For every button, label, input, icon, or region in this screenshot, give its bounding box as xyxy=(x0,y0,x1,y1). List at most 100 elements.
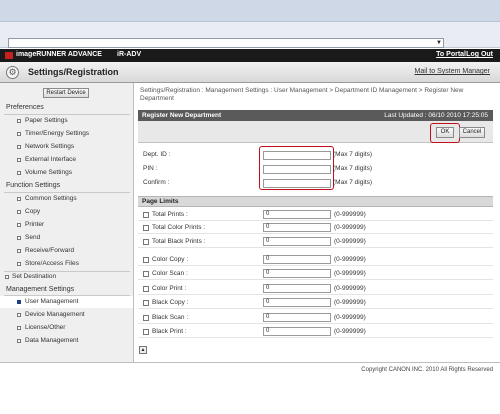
sidebar-item-paper-settings[interactable]: Paper Settings xyxy=(0,115,133,127)
limit-row-color-print: Color Print : 0 (0-999999) xyxy=(138,283,493,295)
limit-range: (0-999999) xyxy=(334,299,366,306)
limit-label: Total Color Prints : xyxy=(152,224,206,231)
dept-id-hint: (Max 7 digits) xyxy=(333,151,373,158)
bullet-icon xyxy=(17,300,21,304)
address-dropdown-icon[interactable]: ▼ xyxy=(435,39,443,47)
sidebar-item-user-management[interactable]: User Management xyxy=(0,296,133,308)
limit-row-black-scan: Black Scan : 0 (0-999999) xyxy=(138,312,493,324)
limit-label: Total Prints : xyxy=(152,211,188,218)
color-print-checkbox[interactable] xyxy=(143,286,149,292)
pin-label: PIN : xyxy=(143,165,158,172)
sidebar-item-volume[interactable]: Volume Settings xyxy=(0,167,133,179)
limit-range: (0-999999) xyxy=(334,328,366,335)
sidebar-item-label: User Management xyxy=(25,298,79,305)
last-updated: Last Updated : 06/10 2010 17:25:05 xyxy=(384,112,488,119)
sidebar-item-receive-forward[interactable]: Receive/Forward xyxy=(0,245,133,257)
sidebar-item-printer[interactable]: Printer xyxy=(0,219,133,231)
sidebar-item-label: Set Destination xyxy=(12,273,57,280)
limit-input[interactable]: 0 xyxy=(263,284,331,293)
sidebar-item-label: Timer/Energy Settings xyxy=(25,130,90,137)
sidebar-item-label: Volume Settings xyxy=(25,169,72,176)
title-band: ⚙ Settings/Registration Mail to System M… xyxy=(0,62,500,83)
model-name: iR-ADV xyxy=(117,51,142,58)
panel-title: Register New Department xyxy=(142,112,222,119)
limit-row-total-prints: Total Prints : 0 (0-999999) xyxy=(138,209,493,221)
panel-header: Register New Department Last Updated : 0… xyxy=(138,110,493,121)
limit-input[interactable]: 0 xyxy=(263,237,331,246)
top-header: imageRUNNER ADVANCE iR-ADV To Portal Log… xyxy=(0,49,500,62)
pin-input[interactable] xyxy=(263,165,331,174)
bullet-icon xyxy=(17,262,21,266)
bullet-icon xyxy=(17,158,21,162)
total-prints-checkbox[interactable] xyxy=(143,212,149,218)
sidebar-item-label: Paper Settings xyxy=(25,117,68,124)
sidebar-item-label: Network Settings xyxy=(25,143,75,150)
limit-input[interactable]: 0 xyxy=(263,298,331,307)
sidebar-item-data-management[interactable]: Data Management xyxy=(0,335,133,347)
limit-input[interactable]: 0 xyxy=(263,210,331,219)
dept-id-input[interactable] xyxy=(263,151,331,160)
sidebar-item-common-settings[interactable]: Common Settings xyxy=(0,193,133,205)
sidebar-item-set-destination[interactable]: Set Destination xyxy=(0,271,133,283)
sidebar-item-external-interface[interactable]: External Interface xyxy=(0,154,133,166)
limit-input[interactable]: 0 xyxy=(263,327,331,336)
limit-label: Total Black Prints : xyxy=(152,238,206,245)
cancel-button[interactable]: Cancel xyxy=(459,127,485,138)
gear-icon: ⚙ xyxy=(6,66,19,79)
limit-label: Black Copy : xyxy=(152,299,189,306)
to-portal-link[interactable]: To Portal xyxy=(436,51,466,58)
sidebar-item-timer-energy[interactable]: Timer/Energy Settings xyxy=(0,128,133,140)
sidebar-item-device-management[interactable]: Device Management xyxy=(0,309,133,321)
page-title: Settings/Registration xyxy=(28,67,119,77)
bullet-icon xyxy=(17,197,21,201)
limit-label: Color Print : xyxy=(152,285,187,292)
limit-input[interactable]: 0 xyxy=(263,269,331,278)
sidebar-item-store-access-files[interactable]: Store/Access Files xyxy=(0,258,133,270)
bullet-icon xyxy=(17,210,21,214)
restart-device-button[interactable]: Restart Device xyxy=(43,88,89,98)
address-bar[interactable] xyxy=(8,38,444,48)
black-print-checkbox[interactable] xyxy=(143,329,149,335)
black-scan-checkbox[interactable] xyxy=(143,315,149,321)
sidebar-item-send[interactable]: Send xyxy=(0,232,133,244)
bullet-icon xyxy=(17,119,21,123)
limit-input[interactable]: 0 xyxy=(263,313,331,322)
sidebar-item-label: License/Other xyxy=(25,324,66,331)
confirm-input[interactable] xyxy=(263,179,331,188)
limit-row-black-print: Black Print : 0 (0-999999) xyxy=(138,326,493,338)
breadcrumb: Settings/Registration : Management Setti… xyxy=(140,87,464,102)
limit-input[interactable]: 0 xyxy=(263,223,331,232)
page-limits-heading-text: Page Limits xyxy=(142,198,179,205)
scroll-to-top-icon[interactable]: ▲ xyxy=(139,346,147,354)
sidebar-item-copy[interactable]: Copy xyxy=(0,206,133,218)
total-color-prints-checkbox[interactable] xyxy=(143,225,149,231)
color-copy-checkbox[interactable] xyxy=(143,257,149,263)
page-limits-heading: Page Limits xyxy=(138,196,493,207)
sidebar-item-label: Device Management xyxy=(25,311,85,318)
limit-input[interactable]: 0 xyxy=(263,255,331,264)
sidebar-item-label: Store/Access Files xyxy=(25,260,79,267)
sidebar-item-label: Copy xyxy=(25,208,41,215)
section-heading-function-settings: Function Settings xyxy=(6,182,61,189)
mail-system-manager-link[interactable]: Mail to System Manager xyxy=(415,68,490,75)
color-scan-checkbox[interactable] xyxy=(143,271,149,277)
black-copy-checkbox[interactable] xyxy=(143,300,149,306)
bullet-icon xyxy=(17,236,21,240)
limit-range: (0-999999) xyxy=(334,285,366,292)
pin-hint: (Max 7 digits) xyxy=(333,165,373,172)
sidebar-item-label: Common Settings xyxy=(25,195,77,202)
sidebar-item-label: Send xyxy=(25,234,41,241)
sidebar-item-license-other[interactable]: License/Other xyxy=(0,322,133,334)
ok-button[interactable]: OK xyxy=(436,127,454,138)
sidebar-item-network[interactable]: Network Settings xyxy=(0,141,133,153)
bullet-icon xyxy=(17,132,21,136)
confirm-row: Confirm : (Max 7 digits) xyxy=(140,177,492,189)
dept-id-row: Dept. ID : (Max 7 digits) xyxy=(140,149,492,161)
bullet-icon xyxy=(17,223,21,227)
bullet-icon xyxy=(17,313,21,317)
logout-link[interactable]: Log Out xyxy=(466,51,493,58)
limit-row-total-color-prints: Total Color Prints : 0 (0-999999) xyxy=(138,222,493,234)
dept-id-label: Dept. ID : xyxy=(143,151,171,158)
total-black-prints-checkbox[interactable] xyxy=(143,239,149,245)
section-heading-preferences: Preferences xyxy=(6,104,44,111)
